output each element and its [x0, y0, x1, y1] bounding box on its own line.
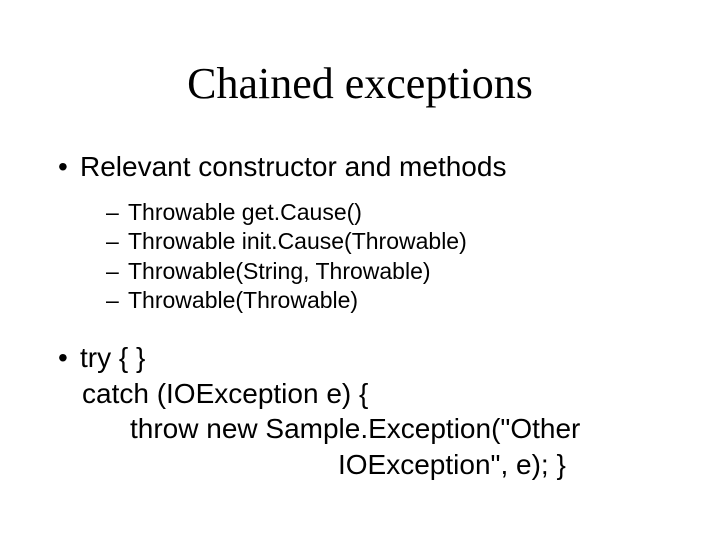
subitem-text: Throwable(Throwable) — [128, 287, 358, 313]
slide-title: Chained exceptions — [0, 58, 720, 109]
bullet-relevant-methods: •Relevant constructor and methods — [58, 149, 680, 184]
dash-marker-icon: – — [106, 286, 128, 315]
code-line-4: IOException", e); } — [58, 447, 680, 483]
code-text: catch (IOException e) { — [82, 378, 368, 409]
subitem-initcause: –Throwable init.Cause(Throwable) — [106, 227, 680, 256]
slide: Chained exceptions •Relevant constructor… — [0, 0, 720, 540]
subitem-ctor-string-throwable: –Throwable(String, Throwable) — [106, 257, 680, 286]
subitem-getcause: –Throwable get.Cause() — [106, 198, 680, 227]
code-text: try { } — [80, 342, 145, 373]
code-text: throw new Sample.Exception("Other — [130, 413, 580, 444]
bullet-code-example: •try { } catch (IOException e) { throw n… — [58, 340, 680, 483]
slide-body: •Relevant constructor and methods –Throw… — [0, 149, 720, 483]
code-line-1: •try { } — [58, 340, 680, 376]
subitem-text: Throwable(String, Throwable) — [128, 258, 431, 284]
sublist-methods: –Throwable get.Cause() –Throwable init.C… — [58, 198, 680, 316]
subitem-text: Throwable get.Cause() — [128, 199, 362, 225]
code-line-3: throw new Sample.Exception("Other — [58, 411, 680, 447]
dash-marker-icon: – — [106, 198, 128, 227]
dash-marker-icon: – — [106, 227, 128, 256]
code-line-2: catch (IOException e) { — [58, 376, 680, 412]
subitem-text: Throwable init.Cause(Throwable) — [128, 228, 467, 254]
bullet-marker-icon: • — [58, 149, 80, 184]
code-text: IOException", e); } — [338, 449, 566, 480]
dash-marker-icon: – — [106, 257, 128, 286]
subitem-ctor-throwable: –Throwable(Throwable) — [106, 286, 680, 315]
bullet-marker-icon: • — [58, 340, 80, 376]
bullet-text: Relevant constructor and methods — [80, 151, 506, 182]
